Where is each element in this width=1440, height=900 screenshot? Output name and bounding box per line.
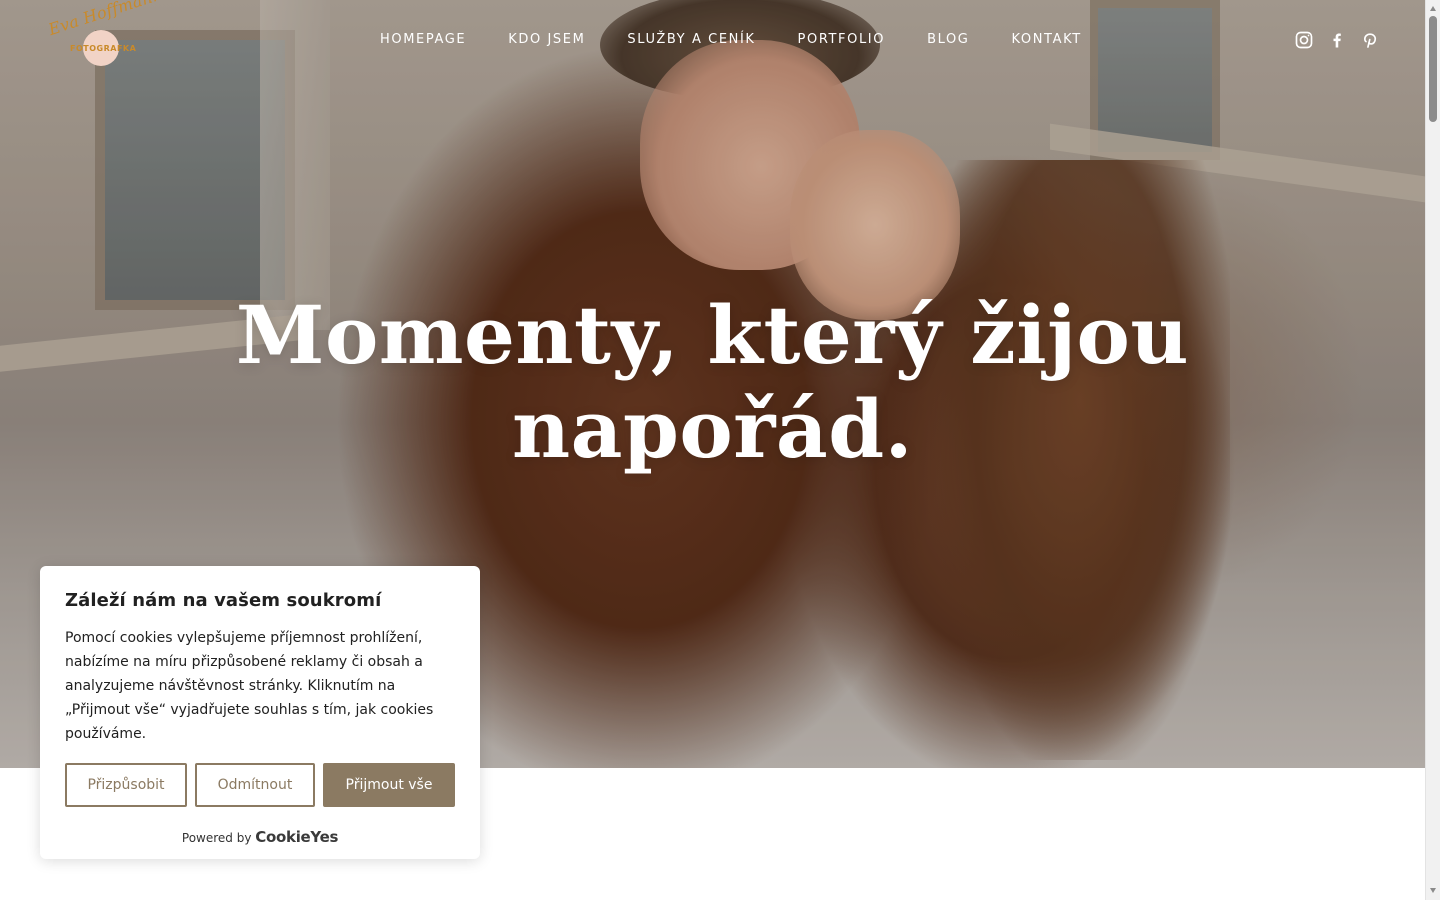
cookie-accept-all-button[interactable]: Přijmout vše xyxy=(323,763,455,807)
nav-item-kontakt[interactable]: KONTAKT xyxy=(1011,32,1081,47)
cookie-buttons: Přizpůsobit Odmítnout Přijmout vše xyxy=(65,763,455,807)
cookie-text: Pomocí cookies vylepšujeme příjemnost pr… xyxy=(65,630,434,742)
cookie-customize-button[interactable]: Přizpůsobit xyxy=(65,763,187,807)
nav-item-kdo-jsem[interactable]: KDO JSEM xyxy=(508,32,585,47)
hero-headline-line-2: napořád. xyxy=(511,382,914,476)
pinterest-icon[interactable] xyxy=(1360,30,1380,50)
logo-subtitle: FOTOGRAFKA xyxy=(70,44,137,53)
nav-item-blog[interactable]: BLOG xyxy=(927,32,969,47)
cookie-reject-button[interactable]: Odmítnout xyxy=(195,763,315,807)
facebook-icon[interactable] xyxy=(1327,30,1347,50)
scroll-down-arrow-icon[interactable] xyxy=(1430,888,1436,893)
cookie-title: Záleží nám na vašem soukromí xyxy=(65,590,382,611)
cookie-consent-banner: Záleží nám na vašem soukromí Pomocí cook… xyxy=(40,566,480,859)
cookie-powered-by: Powered by CookieYes xyxy=(40,828,480,846)
nav-item-sluzby-a-cenik[interactable]: SLUŽBY A CENÍK xyxy=(627,32,755,47)
scroll-up-arrow-icon[interactable] xyxy=(1430,6,1436,11)
instagram-icon[interactable] xyxy=(1294,30,1314,50)
social-links xyxy=(1294,30,1393,50)
nav-item-homepage[interactable]: HOMEPAGE xyxy=(380,32,466,47)
hero-headline: Momenty, který žijou napořád. xyxy=(180,288,1245,476)
nav-item-portfolio[interactable]: PORTFOLIO xyxy=(798,32,886,47)
scrollbar-thumb[interactable] xyxy=(1429,16,1437,122)
main-navigation: HOMEPAGE KDO JSEM SLUŽBY A CENÍK PORTFOL… xyxy=(380,32,1124,47)
site-logo[interactable]: Eva Hoffmann FOTOGRAFKA xyxy=(46,0,165,70)
cookieyes-logo[interactable]: CookieYes xyxy=(255,828,338,846)
hero-headline-line-1: Momenty, který žijou xyxy=(235,288,1190,382)
powered-by-label: Powered by xyxy=(181,831,252,845)
page-scrollbar[interactable] xyxy=(1425,0,1440,900)
